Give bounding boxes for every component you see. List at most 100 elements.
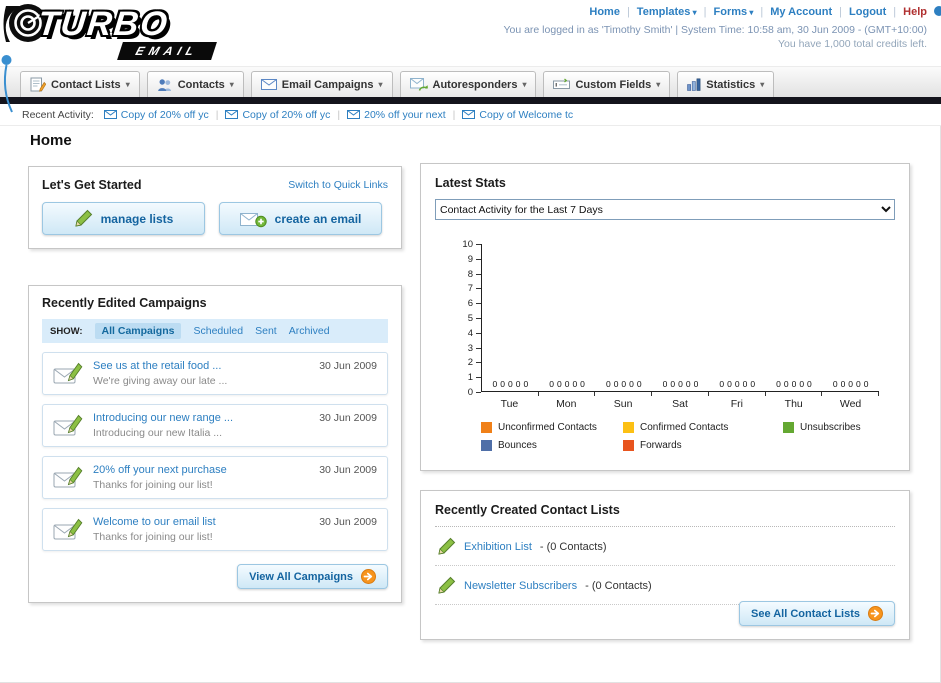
tab-email-campaigns[interactable]: Email Campaigns ▾: [250, 71, 393, 97]
main-navigation-bar: Contact Lists ▾ Contacts ▾ Email Campaigns ▾ A…: [0, 66, 941, 97]
chevron-down-icon: ▾: [378, 80, 383, 89]
topnav-link-my-account[interactable]: My Account: [770, 6, 832, 18]
tab-contacts[interactable]: Contacts ▾: [146, 71, 244, 97]
y-axis-tick-label: 4: [467, 327, 473, 339]
pencil-icon: [437, 537, 456, 556]
activity-item[interactable]: Copy of 20% off yc: [225, 109, 330, 121]
stats-period-select[interactable]: Contact Activity for the Last 7 Days: [435, 199, 895, 220]
campaign-row[interactable]: Introducing our new range ... Introducing…: [42, 404, 388, 447]
campaign-list: See us at the retail food ... We're givin…: [29, 352, 401, 551]
y-axis-tick-label: 10: [462, 239, 473, 250]
tab-autoresponders[interactable]: Autoresponders ▾: [399, 71, 537, 97]
switch-to-quick-links-link[interactable]: Switch to Quick Links: [288, 179, 388, 191]
campaign-date: 30 Jun 2009: [319, 464, 377, 476]
legend-item: Confirmed Contacts: [623, 422, 783, 433]
campaign-date: 30 Jun 2009: [319, 360, 377, 372]
y-axis-tick-label: 0: [467, 387, 473, 398]
chevron-down-icon: ▾: [690, 8, 697, 17]
legend-swatch-icon: [623, 440, 634, 451]
data-value-label: 0: [791, 379, 797, 389]
x-axis-tick: [651, 392, 653, 396]
recently-edited-campaigns-panel: Recently Edited Campaigns SHOW: All Camp…: [28, 285, 402, 603]
decorative-swoosh-icon: [1, 55, 13, 113]
activity-item[interactable]: Copy of 20% off yc: [103, 109, 209, 121]
tab-statistics[interactable]: Statistics ▾: [677, 71, 775, 97]
tab-custom-fields[interactable]: Custom Fields ▾: [543, 71, 671, 97]
campaign-filters: All Campaigns Scheduled Sent Archived: [94, 323, 330, 339]
filter-archived[interactable]: Archived: [289, 325, 330, 337]
filter-scheduled[interactable]: Scheduled: [193, 325, 243, 337]
y-axis-tick-label: 7: [467, 283, 473, 295]
data-value-label: 0: [678, 379, 683, 389]
manage-lists-button[interactable]: manage lists: [42, 202, 205, 235]
logo-title: TURBO: [36, 5, 171, 43]
campaign-title-link[interactable]: 20% off your next purchase: [93, 464, 309, 476]
y-axis-tick: [476, 244, 481, 245]
view-all-campaigns-label: View All Campaigns: [249, 570, 353, 583]
data-value-label: 0: [549, 379, 554, 389]
envelope-icon: [103, 110, 117, 119]
contact-list-row[interactable]: Exhibition List - (0 Contacts): [435, 527, 895, 566]
data-value-label: 0: [719, 379, 725, 389]
page-background: { "page": { "title": "Home" }, "brand": …: [0, 0, 941, 683]
data-value-label: 0: [580, 379, 585, 389]
chart-category-group: 00000: [822, 244, 880, 396]
data-value-label: 0: [840, 379, 846, 389]
campaign-title-link[interactable]: See us at the retail food ...: [93, 360, 309, 372]
x-axis-label: Wed: [839, 398, 862, 410]
campaign-title-link[interactable]: Introducing our new range ...: [93, 412, 309, 424]
envelope-plus-icon: [239, 210, 267, 228]
topnav-link-templates[interactable]: Templates ▾: [637, 6, 697, 18]
stats-panel-title: Latest Stats: [435, 176, 506, 190]
recent-activity-label: Recent Activity:: [22, 108, 94, 121]
campaign-title-link[interactable]: Welcome to our email list: [93, 516, 309, 528]
x-axis-tick: [821, 392, 823, 396]
campaign-row[interactable]: 20% off your next purchase Thanks for joi…: [42, 456, 388, 499]
x-axis-label: Tue: [500, 398, 519, 410]
get-started-panel: Let's Get Started Switch to Quick Links …: [28, 166, 402, 249]
data-value-label: 0: [523, 379, 529, 389]
campaign-filter-bar: SHOW: All Campaigns Scheduled Sent Archived: [42, 319, 388, 343]
activity-item[interactable]: 20% off your next: [347, 109, 446, 121]
contact-list-count: - (0 Contacts): [539, 540, 607, 553]
get-started-title: Let's Get Started: [42, 178, 142, 192]
campaign-subtitle: Thanks for joining our list!: [93, 531, 213, 543]
contact-list-link[interactable]: Newsletter Subscribers: [464, 580, 577, 592]
topnav-link-forms[interactable]: Forms ▾: [714, 6, 754, 18]
contact-list-row[interactable]: Newsletter Subscribers - (0 Contacts): [435, 566, 895, 605]
x-axis-tick: [707, 392, 709, 396]
topnav-link-help[interactable]: Help: [903, 6, 927, 18]
view-all-campaigns-button[interactable]: View All Campaigns: [237, 564, 388, 589]
create-an-email-button[interactable]: create an email: [219, 202, 382, 235]
campaigns-panel-title: Recently Edited Campaigns: [42, 296, 207, 310]
login-status-text: You are logged in as 'Timothy Smith' | S…: [503, 24, 927, 36]
activity-item[interactable]: Copy of Welcome tc: [462, 109, 573, 121]
chart-category-group: 00000: [766, 244, 823, 396]
topnav-link-home[interactable]: Home: [589, 6, 620, 18]
header: TURBO EMAIL Home | Templates ▾ | Forms ▾ | My …: [0, 0, 941, 113]
envelope-icon: [462, 110, 476, 119]
filter-all-campaigns[interactable]: All Campaigns: [94, 323, 182, 339]
data-value-label: 0: [807, 379, 812, 389]
see-all-contact-lists-button[interactable]: See All Contact Lists: [738, 601, 895, 626]
tab-contact-lists[interactable]: Contact Lists ▾: [20, 71, 140, 97]
topnav-link-logout[interactable]: Logout: [849, 6, 886, 18]
data-value-label: 0: [605, 379, 611, 389]
x-axis-tick: [594, 392, 596, 396]
chevron-down-icon: ▾: [656, 80, 661, 89]
contact-list-rows: Exhibition List - (0 Contacts) Newsletter …: [435, 526, 895, 605]
data-value-label: 0: [799, 379, 805, 389]
credits-text: You have 1,000 total credits left.: [777, 38, 927, 50]
data-value-label: 0: [507, 379, 513, 389]
envelope-pencil-icon: [53, 518, 83, 542]
chart-category-group: 00000: [709, 244, 766, 396]
campaign-row[interactable]: Welcome to our email list Thanks for join…: [42, 508, 388, 551]
contact-list-link[interactable]: Exhibition List: [464, 541, 532, 553]
legend-swatch-icon: [623, 422, 634, 433]
campaign-row[interactable]: See us at the retail food ... We're givin…: [42, 352, 388, 395]
y-axis-tick: [476, 303, 481, 305]
y-axis-tick: [476, 288, 481, 290]
data-value-label: 0: [742, 379, 748, 389]
contacts-icon: [157, 78, 173, 92]
filter-sent[interactable]: Sent: [255, 325, 277, 337]
